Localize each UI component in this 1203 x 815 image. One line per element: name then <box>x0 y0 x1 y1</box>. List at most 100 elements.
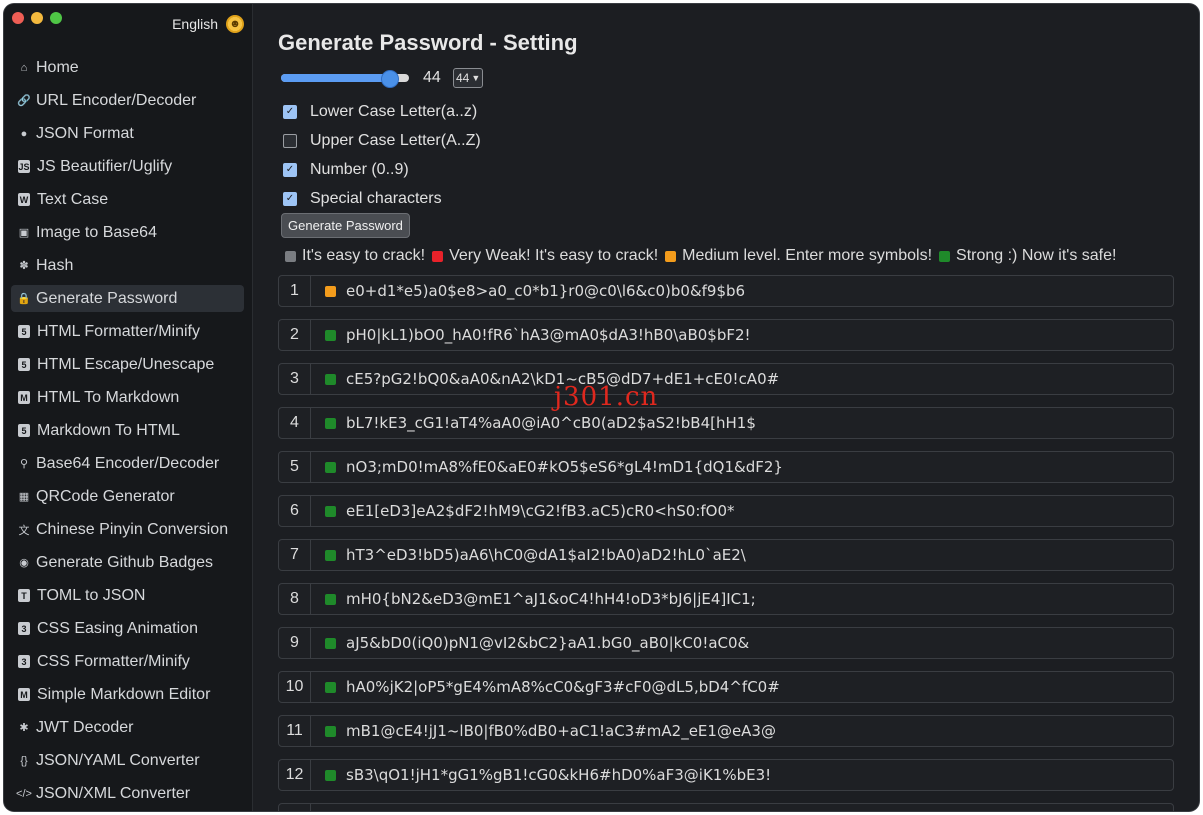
sidebar-item[interactable]: M Simple Markdown Editor <box>11 681 244 708</box>
sidebar-item[interactable]: {} JSON/YAML Converter <box>11 747 244 774</box>
sidebar-item[interactable]: ● JSON Format <box>11 120 244 147</box>
password-text[interactable]: bL7!kE3_cG1!aT4%aA0@iA0^cB0(aD2$aS2!bB4[… <box>346 414 756 432</box>
password-row[interactable]: 10 hA0%jK2|oP5*gE4%mA8%cC0&gF3#cF0@dL5,bD… <box>278 671 1174 703</box>
strength-indicator <box>325 505 336 517</box>
sidebar-item[interactable]: W Text Case <box>11 186 244 213</box>
sidebar-item[interactable]: ▦ QRCode Generator <box>11 483 244 510</box>
json-icon: ● <box>20 127 28 140</box>
option-label: Special characters <box>310 189 442 207</box>
legend-swatch <box>432 250 444 262</box>
length-slider-thumb[interactable] <box>381 70 400 88</box>
password-text[interactable]: hA0%jK2|oP5*gE4%mA8%cC0&gF3#cF0@dL5,bD4^… <box>346 678 780 696</box>
sidebar-item[interactable]: ◉ Generate Github Badges <box>11 549 244 576</box>
sidebar-item[interactable]: 🔒 Generate Password <box>11 285 244 312</box>
password-row[interactable]: 7 hT3^eD3!bD5)aA6\hC0@dA1$aI2!bA0)aD2!hL0… <box>278 539 1174 571</box>
sidebar-item-label: JSON/YAML Converter <box>36 751 200 769</box>
generate-password-button[interactable]: Generate Password <box>281 213 410 238</box>
html5-icon: 5 <box>18 358 30 371</box>
sidebar-item-label: TOML to JSON <box>37 586 146 604</box>
password-text[interactable]: sB3\qO1!jH1*gG1%gB1!cG0&kH6#hD0%aF3@iK1%… <box>346 766 771 784</box>
sidebar-item-label: Base64 Encoder/Decoder <box>36 454 220 472</box>
sidebar-item[interactable]: ▣ Image to Base64 <box>11 219 244 246</box>
password-row[interactable]: 9 aJ5&bD0(iQ0)pN1@vI2&bC2}aA1.bG0_aB0|kC0… <box>278 627 1174 659</box>
password-text[interactable]: eE1[eD3]eA2$dF2!hM9\cG2!fB3.aC5)cR0<hS0:… <box>346 502 735 520</box>
app-window: English ☻ ⌂ Home 🔗 URL Encoder/Decoder ● JSON… <box>4 4 1199 811</box>
sidebar-item-label: JSON Format <box>36 124 134 142</box>
password-row[interactable]: 12 sB3\qO1!jH1*gG1%gB1!cG0&kH6#hD0%aF3@iK… <box>278 759 1174 791</box>
password-text[interactable]: oM2(iI6*qC1@dA1@hB2$bC2`rD0:aB5*cJ1$jC0!… <box>346 810 745 811</box>
sidebar-item[interactable]: 5 Markdown To HTML <box>11 417 244 444</box>
legend-swatch <box>939 250 951 262</box>
legend-swatch <box>285 250 296 262</box>
strength-indicator <box>325 769 336 781</box>
legend-item: Medium level. Enter more symbols! <box>665 247 932 265</box>
sidebar-item[interactable]: 文 Chinese Pinyin Conversion <box>11 516 244 543</box>
password-row[interactable]: 11 mB1@cE4!jJ1~lB0|fB0%dB0+aC1!aC3#mA2_eE… <box>278 715 1174 747</box>
option-row: ✓ Special characters <box>283 184 481 213</box>
sidebar-item[interactable]: 3 CSS Formatter/Minify <box>11 648 244 675</box>
main-content: Generate Password - Setting 44 44 ▼ ✓ Low… <box>253 4 1199 811</box>
sidebar-item[interactable]: ⚲ Base64 Encoder/Decoder <box>11 450 244 477</box>
password-row[interactable]: 4 bL7!kE3_cG1!aT4%aA0@iA0^cB0(aD2$aS2!bB4… <box>278 407 1174 439</box>
braces-icon: {} <box>20 754 28 767</box>
code-icon: </> <box>16 787 32 800</box>
sidebar-item[interactable]: 5 HTML Formatter/Minify <box>11 318 244 345</box>
markdown-icon: M <box>18 688 30 701</box>
language-switcher[interactable]: English ☻ <box>172 15 244 33</box>
sidebar-item[interactable]: T TOML to JSON <box>11 582 244 609</box>
option-checkbox[interactable] <box>283 133 297 148</box>
password-row[interactable]: 1 e0+d1*e5)a0$e8>a0_c0*b1}r0@c0\l6&c0)b0&… <box>278 275 1174 307</box>
legend-item: It's easy to crack! <box>285 247 425 265</box>
js-icon: JS <box>18 160 30 173</box>
password-index: 7 <box>279 540 311 570</box>
password-index: 11 <box>279 716 311 746</box>
close-window-button[interactable] <box>12 12 24 24</box>
bicycle-icon: ⚲ <box>19 458 29 470</box>
option-checkbox[interactable]: ✓ <box>283 162 297 177</box>
minimize-window-button[interactable] <box>31 12 43 24</box>
sidebar-item-label: Chinese Pinyin Conversion <box>36 520 229 538</box>
password-text[interactable]: mB1@cE4!jJ1~lB0|fB0%dB0+aC1!aC3#mA2_eE1@… <box>346 722 776 740</box>
password-row[interactable]: 6 eE1[eD3]eA2$dF2!hM9\cG2!fB3.aC5)cR0<hS0… <box>278 495 1174 527</box>
strength-legend: It's easy to crack! Very Weak! It's easy … <box>285 247 1123 265</box>
sidebar-item[interactable]: JS JS Beautifier/Uglify <box>11 153 244 180</box>
password-row[interactable]: 8 mH0{bN2&eD3@mE1^aJ1&oC4!hH4!oD3*bJ6|jE4… <box>278 583 1174 615</box>
text-file-icon: W <box>18 193 30 206</box>
theme-toggle-sun-icon[interactable]: ☻ <box>226 15 244 33</box>
sidebar-item[interactable]: ⌂ Home <box>11 54 244 81</box>
sidebar-item-label: URL Encoder/Decoder <box>36 91 197 109</box>
sidebar-item[interactable]: 3 CSS Easing Animation <box>11 615 244 642</box>
password-text[interactable]: hT3^eD3!bD5)aA6\hC0@dA1$aI2!bA0)aD2!hL0`… <box>346 546 746 564</box>
strength-indicator <box>325 593 336 605</box>
length-slider[interactable] <box>281 70 409 88</box>
sidebar-item[interactable]: M HTML To Markdown <box>11 384 244 411</box>
sidebar-item[interactable]: ✱ JWT Decoder <box>11 714 244 741</box>
sidebar-item[interactable]: ✽ Hash <box>11 252 244 279</box>
length-value: 44 <box>423 69 441 86</box>
maximize-window-button[interactable] <box>50 12 62 24</box>
sidebar-item-label: CSS Easing Animation <box>37 619 198 637</box>
password-text[interactable]: aJ5&bD0(iQ0)pN1@vI2&bC2}aA1.bG0_aB0|kC0!… <box>346 634 749 652</box>
password-row[interactable]: 2 pH0|kL1)bO0_hA0!fR6`hA3@mA0$dA3!hB0\aB0… <box>278 319 1174 351</box>
hash-icon: ✽ <box>19 260 29 272</box>
sidebar-item-label: Home <box>36 58 79 76</box>
password-index: 9 <box>279 628 311 658</box>
password-text[interactable]: pH0|kL1)bO0_hA0!fR6`hA3@mA0$dA3!hB0\aB0$… <box>346 326 751 344</box>
length-select[interactable]: 44 ▼ <box>453 68 484 88</box>
sidebar-item-label: HTML Formatter/Minify <box>37 322 200 340</box>
password-text[interactable]: e0+d1*e5)a0$e8>a0_c0*b1}r0@c0\l6&c0)b0&f… <box>346 282 745 300</box>
option-checkbox[interactable]: ✓ <box>283 104 297 119</box>
sidebar-item[interactable]: 5 HTML Escape/Unescape <box>11 351 244 378</box>
sidebar-item[interactable]: </> JSON/XML Converter <box>11 780 244 807</box>
sidebar-item-label: Markdown To HTML <box>37 421 180 439</box>
password-text[interactable]: mH0{bN2&eD3@mE1^aJ1&oC4!hH4!oD3*bJ6|jE4]… <box>346 590 756 608</box>
html5-icon: 5 <box>18 424 30 437</box>
password-text[interactable]: nO3;mD0!mA8%fE0&aE0#kO5$eS6*gL4!mD1{dQ1&… <box>346 458 783 476</box>
option-checkbox[interactable]: ✓ <box>283 191 297 206</box>
sidebar-item[interactable]: 🔗 URL Encoder/Decoder <box>11 87 244 114</box>
password-row[interactable]: 3 cE5?pG2!bQ0&aA0&nA2\kD1~cB5@dD7+dE1+cE0… <box>278 363 1174 395</box>
password-row[interactable]: 5 nO3;mD0!mA8%fE0&aE0#kO5$eS6*gL4!mD1{dQ1… <box>278 451 1174 483</box>
option-label: Upper Case Letter(A..Z) <box>310 131 481 149</box>
password-row[interactable]: 13 oM2(iI6*qC1@dA1@hB2$bC2`rD0:aB5*cJ1$jC… <box>278 803 1174 811</box>
sidebar-item-label: Hash <box>36 256 74 274</box>
